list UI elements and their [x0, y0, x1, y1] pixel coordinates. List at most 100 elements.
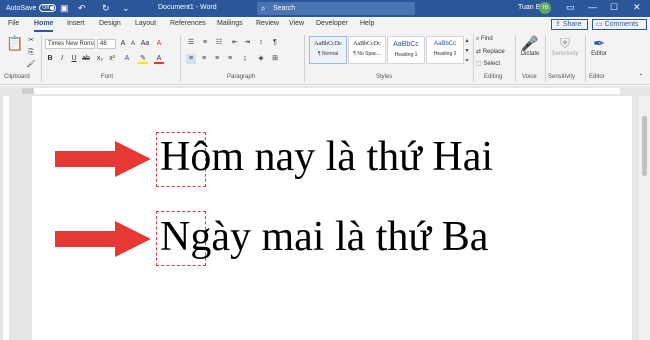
- group-clipboard: Clipboard: [4, 74, 30, 80]
- underline-button[interactable]: U: [69, 54, 79, 64]
- comments-button[interactable]: ▭ Comments: [592, 19, 647, 30]
- multilevel-list-icon[interactable]: ☷: [214, 38, 224, 48]
- paste-icon: 📋: [6, 35, 24, 51]
- replace-button[interactable]: ⇄ Replace: [476, 48, 505, 55]
- vertical-ruler[interactable]: [0, 96, 12, 340]
- show-formatting-icon[interactable]: ¶: [270, 38, 280, 48]
- align-center-icon[interactable]: ≡: [199, 54, 209, 64]
- align-right-icon[interactable]: ≡: [212, 54, 222, 64]
- tab-references[interactable]: References: [170, 20, 206, 27]
- find-button[interactable]: ⌕ Find: [476, 36, 493, 43]
- autosave-toggle[interactable]: AutoSave Off: [6, 4, 57, 12]
- tab-help[interactable]: Help: [360, 20, 374, 27]
- sensitivity-button[interactable]: ⛨ Sensitivity: [548, 35, 582, 57]
- borders-icon[interactable]: ⊞: [270, 54, 280, 64]
- collapse-ribbon-icon[interactable]: ⌃: [636, 72, 646, 82]
- align-left-icon[interactable]: ≡: [186, 54, 196, 64]
- customize-toolbar-icon[interactable]: ⌄: [122, 3, 130, 13]
- group-sensitivity: Sensitivity: [548, 74, 576, 80]
- horizontal-ruler[interactable]: [0, 86, 650, 96]
- document-page[interactable]: Hôm nay là thứ Hai Ngày mai là thứ Ba: [32, 96, 632, 340]
- line-spacing-icon[interactable]: ↨: [240, 54, 250, 64]
- highlight-icon[interactable]: ✎: [138, 54, 148, 64]
- italic-button[interactable]: I: [57, 54, 67, 64]
- copy-icon[interactable]: ⎘: [26, 48, 36, 58]
- style-heading-1[interactable]: AaBbCc Heading 1: [387, 36, 425, 64]
- decrease-indent-icon[interactable]: ⇤: [230, 38, 240, 48]
- undo-icon[interactable]: ↶: [78, 3, 86, 13]
- numbering-icon[interactable]: ≡: [200, 38, 210, 48]
- shrink-font-icon[interactable]: A: [128, 39, 138, 49]
- style-no-spacing[interactable]: AaBbCcDc ¶ No Spac...: [348, 36, 386, 64]
- editor-button[interactable]: ✒ Editor: [588, 35, 610, 57]
- subscript-icon[interactable]: x₂: [95, 54, 105, 64]
- style-normal[interactable]: AaBbCcDc ¶ Normal: [309, 36, 347, 64]
- document-canvas: Hôm nay là thứ Hai Ngày mai là thứ Ba: [12, 96, 639, 340]
- style-heading-2[interactable]: AaBbCc Heading 2: [426, 36, 464, 64]
- shading-icon[interactable]: ◈: [256, 54, 266, 64]
- maximize-icon[interactable]: ☐: [610, 2, 618, 13]
- redo-icon[interactable]: ↻: [102, 3, 110, 13]
- styles-scroll-down-icon[interactable]: ▼: [462, 46, 472, 56]
- tab-design[interactable]: Design: [99, 20, 121, 27]
- clear-formatting-icon[interactable]: A: [154, 39, 164, 49]
- separator: [41, 35, 42, 82]
- bold-button[interactable]: B: [45, 54, 55, 64]
- superscript-icon[interactable]: x²: [107, 54, 117, 64]
- vertical-scrollbar[interactable]: [639, 96, 650, 340]
- autosave-switch[interactable]: Off: [39, 4, 57, 12]
- separator: [515, 35, 516, 82]
- avatar[interactable]: TB: [539, 2, 551, 14]
- separator: [304, 35, 305, 82]
- save-icon[interactable]: ▣: [60, 3, 69, 13]
- style-name: Heading 2: [433, 51, 457, 57]
- tab-home[interactable]: Home: [34, 20, 54, 32]
- minimize-icon[interactable]: —: [588, 2, 597, 12]
- dictate-button[interactable]: 🎤 Dictate: [518, 35, 542, 57]
- autosave-label: AutoSave: [6, 4, 37, 12]
- sensitivity-icon: ⛨: [559, 35, 571, 51]
- styles-more-icon[interactable]: ⏷: [462, 56, 472, 66]
- search-box[interactable]: ⌕ Search: [257, 2, 415, 15]
- tab-mailings[interactable]: Mailings: [217, 20, 243, 27]
- document-line-2[interactable]: Ngày mai là thứ Ba: [160, 213, 488, 261]
- tab-insert[interactable]: Insert: [67, 20, 85, 27]
- paste-button[interactable]: 📋: [6, 35, 24, 51]
- style-preview: AaBbCc: [393, 41, 419, 48]
- sort-icon[interactable]: ↕: [256, 38, 266, 48]
- replace-label: Replace: [482, 49, 505, 55]
- tab-layout[interactable]: Layout: [135, 20, 156, 27]
- font-name-box[interactable]: Times New Roman: [45, 39, 95, 49]
- separator: [545, 35, 546, 82]
- change-case-icon[interactable]: Aa: [140, 39, 150, 49]
- select-label: Select: [483, 61, 501, 67]
- font-color-icon[interactable]: A: [154, 54, 164, 64]
- document-line-1[interactable]: Hôm nay là thứ Hai: [160, 133, 493, 181]
- style-preview: AaBbCc: [433, 41, 456, 47]
- ribbon-display-icon[interactable]: ▭: [566, 2, 575, 13]
- grow-font-icon[interactable]: A: [118, 39, 128, 49]
- bullets-icon[interactable]: ☰: [186, 38, 196, 48]
- strikethrough-icon[interactable]: ab: [81, 54, 91, 64]
- tab-view[interactable]: View: [289, 20, 304, 27]
- format-painter-icon[interactable]: 🖌: [26, 60, 36, 70]
- cut-icon[interactable]: ✂: [26, 36, 36, 46]
- tab-developer[interactable]: Developer: [316, 20, 348, 27]
- scrollbar-thumb[interactable]: [642, 116, 647, 176]
- styles-scroll-up-icon[interactable]: ▲: [462, 36, 472, 46]
- style-name: ¶ Normal: [317, 51, 339, 57]
- document-title: Document1 - Word: [158, 4, 217, 11]
- justify-icon[interactable]: ≡: [225, 54, 235, 64]
- tab-file[interactable]: File: [8, 20, 19, 27]
- style-preview: AaBbCcDc: [353, 41, 381, 47]
- tab-review[interactable]: Review: [256, 20, 279, 27]
- arrow-annotation-1: [55, 141, 151, 177]
- text-effects-icon[interactable]: A: [122, 54, 132, 64]
- comments-label: Comments: [604, 21, 639, 28]
- share-button[interactable]: ⇪ Share: [551, 19, 588, 30]
- close-icon[interactable]: ✕: [633, 2, 641, 13]
- style-preview: AaBbCcDc: [314, 41, 342, 47]
- font-size-box[interactable]: 48: [97, 39, 116, 49]
- select-button[interactable]: ⬚ Select: [476, 60, 500, 67]
- increase-indent-icon[interactable]: ⇥: [242, 38, 252, 48]
